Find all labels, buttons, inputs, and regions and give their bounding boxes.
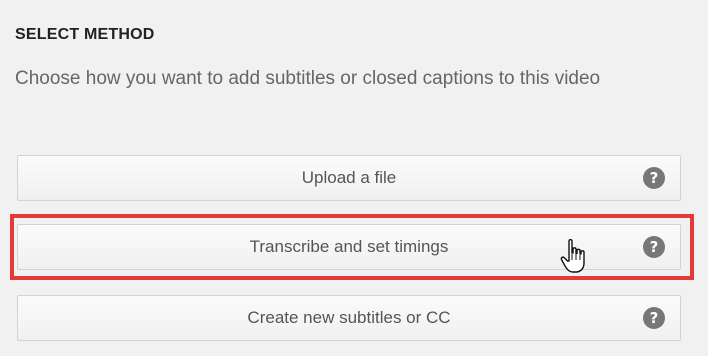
hand-pointer-icon bbox=[560, 239, 585, 273]
select-method-panel: SELECT METHOD Choose how you want to add… bbox=[0, 0, 708, 356]
upload-file-label: Upload a file bbox=[301, 168, 397, 187]
create-new-subtitles-button[interactable]: Create new subtitles or CC ? bbox=[17, 295, 681, 341]
create-subtitles-label: Create new subtitles or CC bbox=[247, 308, 451, 327]
question-circle-icon[interactable]: ? bbox=[643, 307, 665, 329]
question-circle-icon[interactable]: ? bbox=[643, 167, 665, 189]
upload-file-button[interactable]: Upload a file ? bbox=[17, 155, 681, 201]
section-description: Choose how you want to add subtitles or … bbox=[15, 68, 601, 89]
question-circle-icon[interactable]: ? bbox=[643, 236, 665, 258]
section-title: SELECT METHOD bbox=[15, 26, 155, 43]
